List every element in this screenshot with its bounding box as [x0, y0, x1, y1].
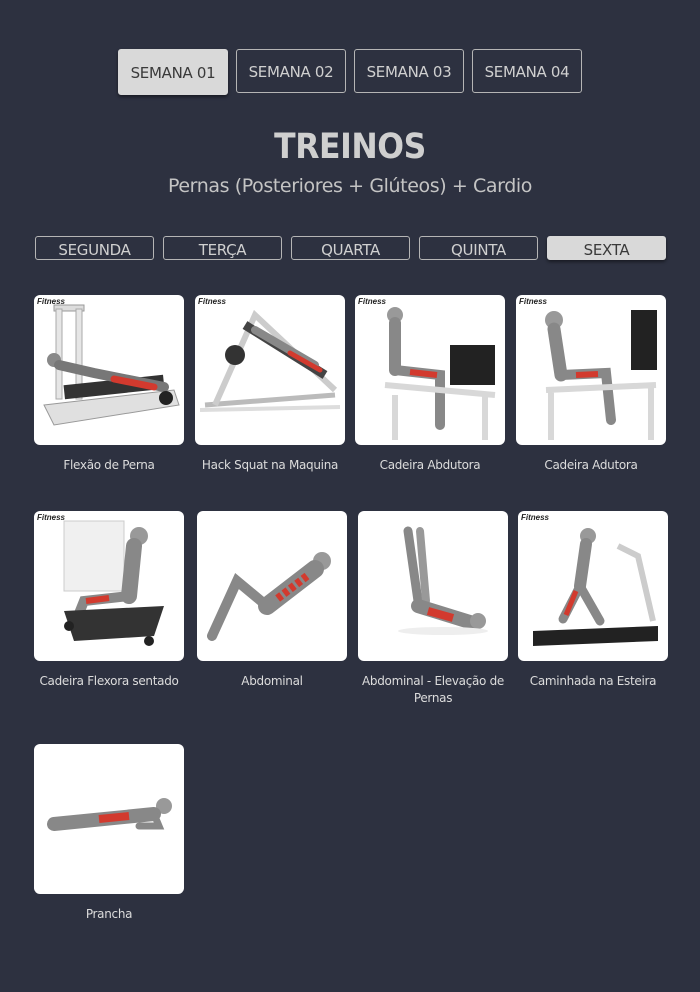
exercise-name: Caminhada na Esteira — [529, 674, 657, 688]
tab-semana-01[interactable]: SEMANA 01 — [118, 49, 228, 95]
exercise-card[interactable]: Fitness Cadeira Flexora sentado — [34, 511, 184, 690]
exercise-card[interactable]: Fitness Flexão de Perna — [34, 295, 184, 474]
exercise-name: Hack Squat na Maquina — [201, 458, 339, 472]
exercise-name: Cadeira Flexora sentado — [39, 674, 179, 688]
exercise-name: Prancha — [85, 907, 133, 921]
brand-logo: Fitness — [521, 513, 550, 522]
tab-sexta[interactable]: SEXTA — [547, 236, 666, 260]
brand-logo: Fitness — [358, 297, 387, 306]
exercise-card[interactable]: Prancha — [34, 744, 184, 923]
exercise-image — [197, 511, 347, 661]
exercise-card[interactable]: Abdominal - Elevação de Pernas — [358, 511, 508, 707]
exercise-name: Cadeira Abdutora — [379, 458, 481, 472]
exercise-card[interactable]: Fitness Hack Squat na Maquina — [195, 295, 345, 474]
exercise-image: Fitness — [195, 295, 345, 445]
brand-logo: Fitness — [519, 297, 548, 306]
brand-logo: Fitness — [198, 297, 227, 306]
page-subtitle: Pernas (Posteriores + Glúteos) + Cardio — [168, 175, 532, 197]
week-tabs: SEMANA 01 SEMANA 02 SEMANA 03 SEMANA 04 — [0, 49, 700, 95]
brand-logo: Fitness — [37, 297, 66, 306]
exercise-image: Fitness — [34, 511, 184, 661]
exercise-image: Fitness — [355, 295, 505, 445]
day-tabs: SEGUNDA TERÇA QUARTA QUINTA SEXTA — [0, 236, 700, 262]
exercise-image: Fitness — [516, 295, 666, 445]
exercise-card[interactable]: Fitness Caminhada na Esteira — [518, 511, 668, 690]
tab-semana-02[interactable]: SEMANA 02 — [236, 49, 346, 93]
exercise-card[interactable]: Abdominal — [197, 511, 347, 690]
exercise-image — [34, 744, 184, 894]
exercise-image: Fitness — [34, 295, 184, 445]
tab-semana-03[interactable]: SEMANA 03 — [354, 49, 464, 93]
exercise-name: Flexão de Perna — [63, 458, 155, 472]
exercise-name: Cadeira Adutora — [544, 458, 638, 472]
tab-quarta[interactable]: QUARTA — [291, 236, 410, 260]
exercise-card[interactable]: Fitness Cadeira Adutora — [516, 295, 666, 474]
brand-logo: Fitness — [37, 513, 66, 522]
exercise-name: Abdominal - Elevação de Pernas — [361, 674, 505, 705]
exercise-name: Abdominal — [241, 674, 303, 688]
tab-quinta[interactable]: QUINTA — [419, 236, 538, 260]
exercise-image — [358, 511, 508, 661]
page-title: TREINOS — [274, 127, 426, 167]
exercise-card[interactable]: Fitness Cadeira Abdutora — [355, 295, 505, 474]
tab-semana-04[interactable]: SEMANA 04 — [472, 49, 582, 93]
exercise-image: Fitness — [518, 511, 668, 661]
tab-segunda[interactable]: SEGUNDA — [35, 236, 154, 260]
tab-terca[interactable]: TERÇA — [163, 236, 282, 260]
